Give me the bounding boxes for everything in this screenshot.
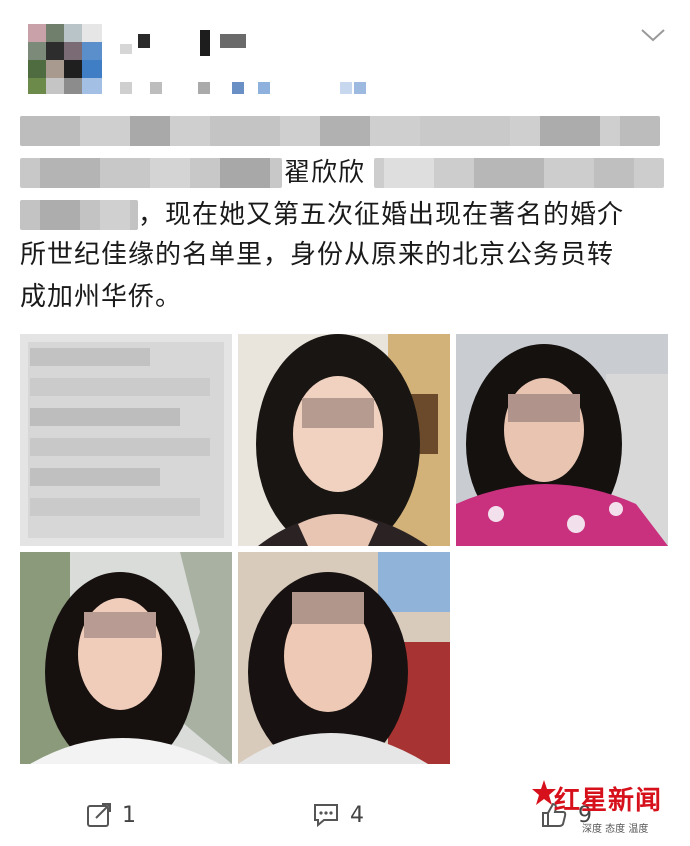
post-text-name: 翟欣欣	[284, 158, 366, 188]
photo-thumbnail[interactable]	[238, 334, 450, 546]
post-text: 翟欣欣 ，现在她又第五次征婚出现在著名的婚介 所世纪佳缘的名单里，身份从原来的北…	[0, 110, 690, 320]
username-redacted[interactable]	[120, 28, 260, 56]
photo-thumbnail[interactable]	[456, 334, 668, 546]
watermark-slogan: 深度 态度 温度	[582, 824, 649, 835]
watermark-brand: 红星新闻	[554, 786, 663, 816]
comment-button[interactable]: 4	[312, 798, 364, 832]
avatar[interactable]	[28, 24, 102, 94]
post-text-line: ，现在她又第五次征婚出现在著名的婚介	[138, 200, 625, 230]
chevron-down-icon[interactable]	[638, 24, 668, 46]
post-text-line: 成加州华侨。	[20, 282, 183, 312]
post-meta-redacted	[120, 80, 370, 96]
redacted-text-line	[20, 200, 138, 230]
photo-thumbnail[interactable]	[20, 552, 232, 764]
news-watermark: 红星新闻 深度 态度 温度	[524, 774, 684, 840]
share-button[interactable]: 1	[86, 798, 136, 832]
photo-thumbnail-redacted[interactable]	[20, 334, 232, 546]
redacted-text-line	[20, 116, 660, 146]
comment-count: 4	[350, 802, 364, 828]
redacted-text-line	[20, 158, 282, 188]
redacted-text-line	[374, 158, 664, 188]
photo-grid	[20, 334, 668, 764]
comment-icon	[314, 804, 338, 828]
photo-thumbnail[interactable]	[238, 552, 450, 764]
share-count: 1	[122, 802, 136, 828]
share-icon	[87, 803, 111, 827]
weibo-post: 翟欣欣 ，现在她又第五次征婚出现在著名的婚介 所世纪佳缘的名单里，身份从原来的北…	[0, 0, 690, 846]
post-text-line: 所世纪佳缘的名单里，身份从原来的北京公务员转	[20, 240, 615, 270]
